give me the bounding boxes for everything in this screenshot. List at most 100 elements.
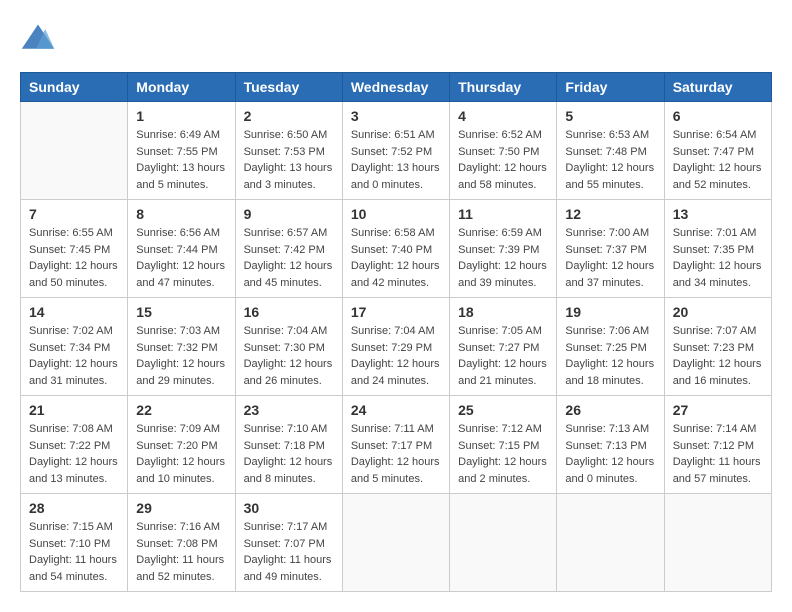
calendar-cell: 12 Sunrise: 7:00 AM Sunset: 7:37 PM Dayli… — [557, 200, 664, 298]
day-info: Sunrise: 6:58 AM Sunset: 7:40 PM Dayligh… — [351, 225, 441, 291]
day-info: Sunrise: 7:01 AM Sunset: 7:35 PM Dayligh… — [673, 225, 763, 291]
day-info: Sunrise: 6:50 AM Sunset: 7:53 PM Dayligh… — [244, 127, 334, 193]
calendar-cell — [664, 494, 771, 592]
day-number: 7 — [29, 206, 119, 222]
day-number: 4 — [458, 108, 548, 124]
calendar-cell: 18 Sunrise: 7:05 AM Sunset: 7:27 PM Dayli… — [450, 298, 557, 396]
calendar-cell: 19 Sunrise: 7:06 AM Sunset: 7:25 PM Dayli… — [557, 298, 664, 396]
day-number: 16 — [244, 304, 334, 320]
calendar-cell: 28 Sunrise: 7:15 AM Sunset: 7:10 PM Dayli… — [21, 494, 128, 592]
day-number: 20 — [673, 304, 763, 320]
day-info: Sunrise: 6:49 AM Sunset: 7:55 PM Dayligh… — [136, 127, 226, 193]
day-info: Sunrise: 7:05 AM Sunset: 7:27 PM Dayligh… — [458, 323, 548, 389]
day-info: Sunrise: 7:15 AM Sunset: 7:10 PM Dayligh… — [29, 519, 119, 585]
calendar-cell: 24 Sunrise: 7:11 AM Sunset: 7:17 PM Dayli… — [342, 396, 449, 494]
day-number: 11 — [458, 206, 548, 222]
header-wednesday: Wednesday — [342, 73, 449, 102]
header-monday: Monday — [128, 73, 235, 102]
calendar-cell: 3 Sunrise: 6:51 AM Sunset: 7:52 PM Daylig… — [342, 102, 449, 200]
week-row-4: 21Sunrise: 7:08 AM Sunset: 7:22 PM Dayli… — [21, 396, 772, 494]
day-info: Sunrise: 7:09 AM Sunset: 7:20 PM Dayligh… — [136, 421, 226, 487]
day-info: Sunrise: 6:57 AM Sunset: 7:42 PM Dayligh… — [244, 225, 334, 291]
day-number: 13 — [673, 206, 763, 222]
day-number: 27 — [673, 402, 763, 418]
week-row-2: 7 Sunrise: 6:55 AM Sunset: 7:45 PM Daylig… — [21, 200, 772, 298]
calendar-cell: 4 Sunrise: 6:52 AM Sunset: 7:50 PM Daylig… — [450, 102, 557, 200]
week-row-1: 1 Sunrise: 6:49 AM Sunset: 7:55 PM Daylig… — [21, 102, 772, 200]
calendar-cell: 8 Sunrise: 6:56 AM Sunset: 7:44 PM Daylig… — [128, 200, 235, 298]
calendar-cell: 30 Sunrise: 7:17 AM Sunset: 7:07 PM Dayli… — [235, 494, 342, 592]
calendar-cell: 11 Sunrise: 6:59 AM Sunset: 7:39 PM Dayli… — [450, 200, 557, 298]
calendar-cell: 14 Sunrise: 7:02 AM Sunset: 7:34 PM Dayli… — [21, 298, 128, 396]
logo-icon — [20, 20, 56, 56]
day-number: 10 — [351, 206, 441, 222]
header-saturday: Saturday — [664, 73, 771, 102]
day-number: 19 — [565, 304, 655, 320]
calendar-cell: 6Sunrise: 6:54 AM Sunset: 7:47 PM Daylig… — [664, 102, 771, 200]
day-number: 12 — [565, 206, 655, 222]
logo — [20, 20, 62, 56]
day-info: Sunrise: 6:54 AM Sunset: 7:47 PM Dayligh… — [673, 127, 763, 193]
calendar-cell: 27 Sunrise: 7:14 AM Sunset: 7:12 PM Dayli… — [664, 396, 771, 494]
calendar-cell — [21, 102, 128, 200]
day-info: Sunrise: 6:55 AM Sunset: 7:45 PM Dayligh… — [29, 225, 119, 291]
calendar-header-row: SundayMondayTuesdayWednesdayThursdayFrid… — [21, 73, 772, 102]
day-number: 1 — [136, 108, 226, 124]
calendar-cell: 16 Sunrise: 7:04 AM Sunset: 7:30 PM Dayli… — [235, 298, 342, 396]
day-info: Sunrise: 6:53 AM Sunset: 7:48 PM Dayligh… — [565, 127, 655, 193]
day-number: 29 — [136, 500, 226, 516]
day-number: 26 — [565, 402, 655, 418]
day-number: 18 — [458, 304, 548, 320]
day-info: Sunrise: 7:14 AM Sunset: 7:12 PM Dayligh… — [673, 421, 763, 487]
day-info: Sunrise: 7:02 AM Sunset: 7:34 PM Dayligh… — [29, 323, 119, 389]
header-friday: Friday — [557, 73, 664, 102]
calendar-cell: 10 Sunrise: 6:58 AM Sunset: 7:40 PM Dayli… — [342, 200, 449, 298]
day-number: 30 — [244, 500, 334, 516]
calendar-cell: 5 Sunrise: 6:53 AM Sunset: 7:48 PM Daylig… — [557, 102, 664, 200]
page-header — [20, 20, 772, 56]
day-info: Sunrise: 6:51 AM Sunset: 7:52 PM Dayligh… — [351, 127, 441, 193]
day-info: Sunrise: 6:56 AM Sunset: 7:44 PM Dayligh… — [136, 225, 226, 291]
day-number: 5 — [565, 108, 655, 124]
calendar-cell: 13 Sunrise: 7:01 AM Sunset: 7:35 PM Dayli… — [664, 200, 771, 298]
day-number: 25 — [458, 402, 548, 418]
calendar-cell: 25 Sunrise: 7:12 AM Sunset: 7:15 PM Dayli… — [450, 396, 557, 494]
calendar-cell: 7 Sunrise: 6:55 AM Sunset: 7:45 PM Daylig… — [21, 200, 128, 298]
calendar-cell: 15 Sunrise: 7:03 AM Sunset: 7:32 PM Dayli… — [128, 298, 235, 396]
calendar-cell — [557, 494, 664, 592]
day-info: Sunrise: 7:12 AM Sunset: 7:15 PM Dayligh… — [458, 421, 548, 487]
day-info: Sunrise: 7:04 AM Sunset: 7:30 PM Dayligh… — [244, 323, 334, 389]
calendar-cell — [342, 494, 449, 592]
day-info: Sunrise: 7:17 AM Sunset: 7:07 PM Dayligh… — [244, 519, 334, 585]
calendar-cell: 29Sunrise: 7:16 AM Sunset: 7:08 PM Dayli… — [128, 494, 235, 592]
day-number: 14 — [29, 304, 119, 320]
calendar-cell: 9 Sunrise: 6:57 AM Sunset: 7:42 PM Daylig… — [235, 200, 342, 298]
week-row-3: 14 Sunrise: 7:02 AM Sunset: 7:34 PM Dayli… — [21, 298, 772, 396]
header-thursday: Thursday — [450, 73, 557, 102]
day-info: Sunrise: 6:52 AM Sunset: 7:50 PM Dayligh… — [458, 127, 548, 193]
day-info: Sunrise: 6:59 AM Sunset: 7:39 PM Dayligh… — [458, 225, 548, 291]
header-sunday: Sunday — [21, 73, 128, 102]
day-number: 3 — [351, 108, 441, 124]
calendar-cell: 20 Sunrise: 7:07 AM Sunset: 7:23 PM Dayli… — [664, 298, 771, 396]
day-number: 23 — [244, 402, 334, 418]
day-info: Sunrise: 7:13 AM Sunset: 7:13 PM Dayligh… — [565, 421, 655, 487]
day-number: 9 — [244, 206, 334, 222]
day-info: Sunrise: 7:06 AM Sunset: 7:25 PM Dayligh… — [565, 323, 655, 389]
day-info: Sunrise: 7:10 AM Sunset: 7:18 PM Dayligh… — [244, 421, 334, 487]
day-info: Sunrise: 7:00 AM Sunset: 7:37 PM Dayligh… — [565, 225, 655, 291]
day-number: 15 — [136, 304, 226, 320]
day-info: Sunrise: 7:04 AM Sunset: 7:29 PM Dayligh… — [351, 323, 441, 389]
day-number: 24 — [351, 402, 441, 418]
day-info: Sunrise: 7:11 AM Sunset: 7:17 PM Dayligh… — [351, 421, 441, 487]
day-number: 8 — [136, 206, 226, 222]
calendar-cell: 23 Sunrise: 7:10 AM Sunset: 7:18 PM Dayli… — [235, 396, 342, 494]
day-number: 21 — [29, 402, 119, 418]
day-number: 22 — [136, 402, 226, 418]
header-tuesday: Tuesday — [235, 73, 342, 102]
day-info: Sunrise: 7:07 AM Sunset: 7:23 PM Dayligh… — [673, 323, 763, 389]
calendar-table: SundayMondayTuesdayWednesdayThursdayFrid… — [20, 72, 772, 592]
calendar-cell: 21Sunrise: 7:08 AM Sunset: 7:22 PM Dayli… — [21, 396, 128, 494]
day-info: Sunrise: 7:03 AM Sunset: 7:32 PM Dayligh… — [136, 323, 226, 389]
day-number: 28 — [29, 500, 119, 516]
